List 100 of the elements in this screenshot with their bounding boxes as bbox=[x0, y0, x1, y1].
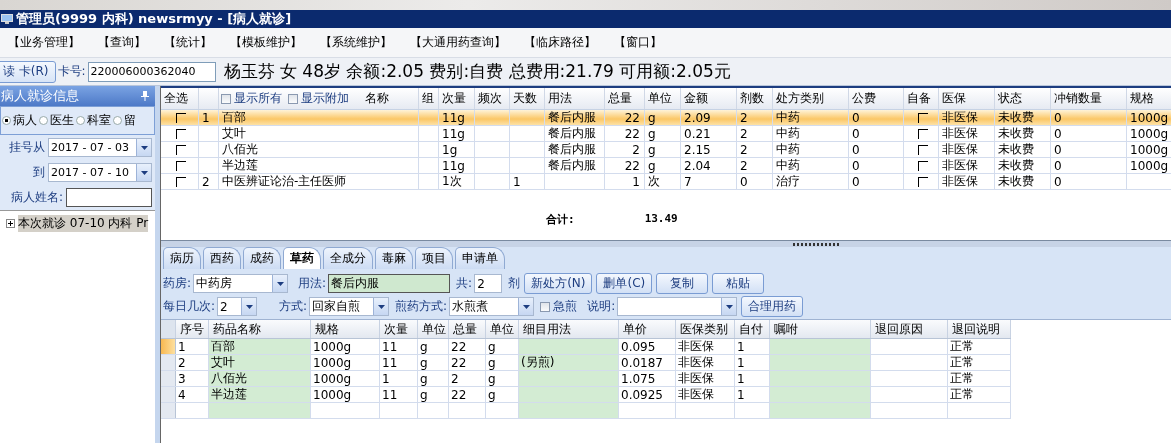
tab[interactable]: 成药 bbox=[243, 247, 281, 269]
tab[interactable]: 草药 bbox=[283, 247, 321, 269]
column-header: 退回原因 bbox=[875, 320, 923, 338]
column-header: 医保类别 bbox=[680, 320, 728, 338]
table-row[interactable]: 艾叶 11g 餐后内服 22 g 0.21 2 中药 0 非医保 未收费 0 1000g bbox=[161, 126, 1171, 142]
toolbar-button[interactable]: 新处方(N) bbox=[524, 273, 593, 294]
tab[interactable]: 西药 bbox=[203, 247, 241, 269]
radio-option[interactable]: 科室 bbox=[76, 112, 111, 129]
table-cell: 半边莲 bbox=[209, 387, 311, 402]
table-cell: 艾叶 bbox=[209, 355, 311, 370]
menu-item[interactable]: 【大通用药查询】 bbox=[410, 34, 506, 51]
checkbox[interactable] bbox=[917, 160, 928, 171]
urgent-checkbox[interactable]: 急煎 bbox=[540, 298, 578, 315]
to-label: 到 bbox=[33, 164, 45, 181]
table-row[interactable]: 半边莲 11g 餐后内服 22 g 2.04 2 中药 0 非医保 未收费 0 1000g bbox=[161, 158, 1171, 174]
table-cell: 未收费 bbox=[998, 126, 1034, 141]
radio-option[interactable]: 医生 bbox=[39, 112, 74, 129]
table-cell: 2 bbox=[449, 371, 486, 386]
menu-item[interactable]: 【系统维护】 bbox=[320, 34, 392, 51]
checkbox[interactable] bbox=[917, 176, 928, 187]
radio-option[interactable]: 留 bbox=[113, 112, 136, 129]
table-cell: 0 bbox=[852, 110, 860, 125]
splitter-handle[interactable] bbox=[793, 242, 839, 246]
caret-icon bbox=[140, 145, 148, 150]
total-label: 合计: bbox=[546, 212, 575, 227]
patient-name-field[interactable] bbox=[66, 188, 152, 207]
menu-item[interactable]: 【统计】 bbox=[164, 34, 212, 51]
decoction-dropdown[interactable]: 水煎煮 bbox=[449, 297, 535, 316]
tab[interactable]: 全成分 bbox=[323, 247, 373, 269]
date-field[interactable]: 2017 - 07 - 03 bbox=[48, 138, 152, 157]
card-number-field[interactable]: 220006000362040 bbox=[87, 61, 216, 82]
table-cell: g bbox=[418, 371, 449, 386]
checkbox[interactable]: 显示附加 bbox=[288, 90, 349, 107]
rational-drug-button[interactable]: 合理用药 bbox=[741, 296, 804, 317]
caret-icon bbox=[245, 304, 253, 309]
column-header: 规格 bbox=[1130, 90, 1154, 107]
table-cell: 次 bbox=[648, 174, 660, 189]
dose-count-field[interactable]: 2 bbox=[474, 274, 503, 293]
tab[interactable]: 项目 bbox=[415, 247, 453, 269]
column-header: 医保 bbox=[942, 90, 966, 107]
table-cell: 22 bbox=[624, 158, 640, 173]
table-cell: 1g bbox=[442, 142, 458, 157]
toolbar-button[interactable]: 粘贴 bbox=[712, 273, 765, 294]
checkbox[interactable] bbox=[176, 160, 186, 171]
caret-icon bbox=[140, 170, 148, 175]
total-amount: 13.49 bbox=[644, 212, 678, 227]
menu-item[interactable]: 【窗口】 bbox=[614, 34, 662, 51]
toolbar-button[interactable]: 删单(C) bbox=[596, 273, 653, 294]
tree-item[interactable]: 本次就诊 07-10 内科 Pr bbox=[18, 215, 149, 232]
menu-item[interactable]: 【业务管理】 bbox=[8, 34, 80, 51]
tab[interactable]: 毒麻 bbox=[375, 247, 413, 269]
checkbox[interactable] bbox=[917, 112, 928, 123]
times-dropdown[interactable]: 2 bbox=[217, 297, 258, 316]
checkbox[interactable]: 显示所有 bbox=[221, 90, 282, 107]
expand-icon[interactable] bbox=[6, 219, 15, 228]
table-cell: 0.095 bbox=[619, 339, 676, 354]
table-cell: 1000g bbox=[311, 371, 380, 386]
table-cell: 中药 bbox=[776, 110, 800, 125]
table-cell: 未收费 bbox=[998, 142, 1034, 157]
table-cell: 半边莲 bbox=[222, 158, 258, 173]
tab[interactable]: 申请单 bbox=[455, 247, 505, 269]
table-row[interactable]: 八佰光 1g 餐后内服 2 g 2.15 2 中药 0 非医保 未收费 0 1000g bbox=[161, 142, 1171, 158]
pharmacy-dropdown[interactable]: 中药房 bbox=[193, 274, 289, 293]
menu-item[interactable]: 【临床路径】 bbox=[524, 34, 596, 51]
checkbox[interactable] bbox=[176, 128, 186, 139]
menu-item[interactable]: 【查询】 bbox=[98, 34, 146, 51]
toolbar-button[interactable]: 复制 bbox=[656, 273, 709, 294]
table-cell: 非医保 bbox=[942, 158, 978, 173]
checkbox[interactable] bbox=[176, 112, 186, 123]
pin-icon[interactable] bbox=[141, 91, 149, 101]
tab[interactable]: 病历 bbox=[163, 247, 201, 269]
method-dropdown[interactable]: 回家自煎 bbox=[309, 297, 390, 316]
table-cell: 百部 bbox=[222, 110, 246, 125]
table-cell: 0 bbox=[852, 126, 860, 141]
table-cell: 非医保 bbox=[942, 174, 978, 189]
checkbox[interactable] bbox=[917, 128, 928, 139]
column-header: 单价 bbox=[623, 320, 647, 338]
usage-field[interactable]: 餐后内服 bbox=[328, 274, 451, 293]
table-cell: 八佰光 bbox=[222, 142, 258, 157]
column-header: 单位 bbox=[490, 320, 514, 338]
date-field[interactable]: 2017 - 07 - 10 bbox=[48, 163, 152, 182]
table-cell: 非医保 bbox=[676, 339, 735, 354]
checkbox[interactable] bbox=[917, 144, 928, 155]
read-card-button[interactable]: 读 卡(R) bbox=[0, 60, 56, 83]
table-cell: 11 bbox=[380, 339, 418, 354]
column-header: 细目用法 bbox=[523, 320, 571, 338]
checkbox[interactable] bbox=[176, 176, 186, 187]
table-row[interactable]: 2 中医辨证论治-主任医师 1次 1 1 次 7 0 治疗 0 非医保 未收费 0 bbox=[161, 174, 1171, 190]
menu-item[interactable]: 【模板维护】 bbox=[230, 34, 302, 51]
card-label: 卡号: bbox=[57, 63, 86, 80]
name-label: 病人姓名: bbox=[10, 189, 63, 206]
column-header: 处方类别 bbox=[776, 90, 824, 107]
table-cell: 餐后内服 bbox=[548, 126, 596, 141]
radio-option[interactable]: 病人 bbox=[2, 112, 37, 129]
table-cell: 0 bbox=[852, 142, 860, 157]
table-row[interactable]: 1 百部 11g 餐后内服 22 g 2.09 2 中药 0 非医保 未收费 0 1000g bbox=[161, 110, 1171, 126]
column-header: 药品名称 bbox=[213, 320, 261, 338]
checkbox[interactable] bbox=[176, 144, 186, 155]
table-cell: 非医保 bbox=[942, 126, 978, 141]
column-header: 总量 bbox=[608, 90, 632, 107]
